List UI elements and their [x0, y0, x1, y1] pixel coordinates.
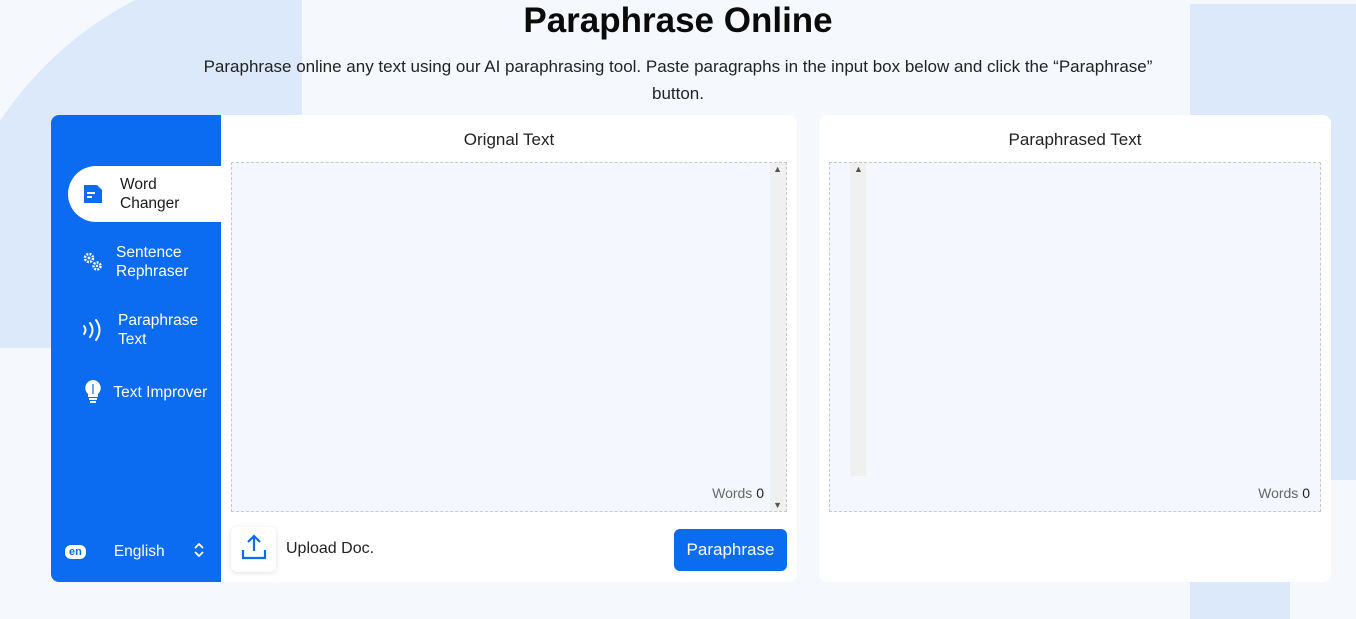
language-selector[interactable]: en English [65, 540, 213, 564]
sidebar-item-label: Sentence Rephraser [116, 244, 189, 280]
original-text-title: Orignal Text [463, 130, 555, 149]
sidebar-item-sentence-rephraser[interactable]: Sentence Rephraser [68, 234, 221, 290]
paraphrased-text-card: Paraphrased Text ▲ Words 0 [819, 115, 1331, 582]
upload-label: Upload Doc. [286, 540, 375, 557]
paraphrase-button[interactable]: Paraphrase [674, 529, 787, 571]
upload-icon [240, 533, 268, 566]
original-word-count: Words 0 [712, 485, 764, 501]
sidebar-item-text-improver[interactable]: Text Improver [68, 364, 221, 420]
page-subtitle: Paraphrase online any text using our AI … [203, 57, 1153, 103]
upload-button[interactable] [231, 527, 276, 572]
sidebar-item-word-changer[interactable]: Word Changer [68, 166, 221, 222]
sidebar-item-paraphrase-text[interactable]: Paraphrase Text [68, 302, 221, 358]
scroll-up-icon[interactable]: ▲ [854, 164, 863, 174]
paraphrased-text-title: Paraphrased Text [1008, 130, 1142, 149]
sound-waves-icon [80, 317, 106, 343]
sidebar-item-label: Paraphrase Text [118, 312, 199, 348]
tool-sidebar: Word Changer Sentence Rephraser Paraphra… [51, 115, 221, 582]
lightbulb-icon [80, 379, 105, 405]
document-icon [80, 181, 106, 207]
paraphrased-word-count: Words 0 [1258, 485, 1310, 501]
original-text-card: Word Changer Sentence Rephraser Paraphra… [51, 115, 797, 582]
original-text-scrollbar[interactable] [770, 163, 786, 511]
scroll-down-icon[interactable]: ▼ [773, 500, 782, 510]
scroll-up-icon[interactable]: ▲ [773, 164, 782, 174]
paraphrased-text-output: ▲ Words 0 [829, 162, 1321, 512]
sidebar-item-label: Text Improver [113, 383, 208, 401]
language-badge: en [65, 545, 86, 559]
page-title: Paraphrase Online [523, 1, 833, 40]
sidebar-item-label: Word Changer [120, 176, 180, 212]
language-label: English [113, 543, 165, 560]
page-header: Paraphrase Online Paraphrase online any … [0, 0, 1356, 107]
gears-icon [80, 249, 106, 275]
chevron-up-down-icon [193, 541, 205, 564]
paraphrased-text-scrollbar[interactable] [850, 163, 866, 476]
original-text-input[interactable]: ▲ ▼ Words 0 [231, 162, 787, 512]
